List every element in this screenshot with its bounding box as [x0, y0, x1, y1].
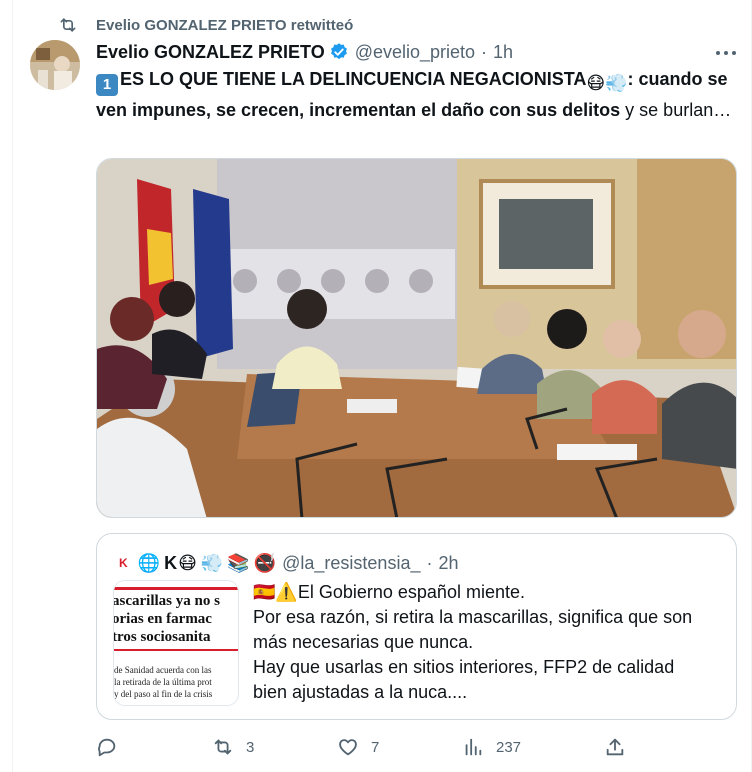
share-button[interactable]: [604, 736, 638, 758]
quoted-header-separator: ·: [426, 552, 433, 573]
retweet-context-label: Evelio GONZALEZ PRIETO retwitteó: [96, 16, 354, 34]
quoted-text-line-2: Por esa razón, si retira la mascarillas,…: [253, 607, 693, 627]
quoted-nosmoking-emoji: 🚭: [253, 552, 277, 573]
quoted-author-name[interactable]: K: [164, 553, 178, 574]
mask-emoji: 😷: [586, 73, 606, 93]
quoted-mask-emoji: 😷: [178, 552, 197, 573]
quoted-text-line-3: más necesarias que nunca.: [253, 632, 474, 652]
quoted-media-thumbnail[interactable]: ascarillas ya no s orias en farmac tros …: [113, 580, 239, 706]
reply-icon: [98, 738, 116, 757]
heart-icon: [339, 739, 357, 756]
thumb-headline-line-3: tros sociosanita: [114, 629, 211, 645]
tweet-media-image[interactable]: [96, 158, 737, 518]
verified-badge-icon: [330, 43, 347, 60]
timeline-left-border: [12, 0, 13, 772]
retweet-context[interactable]: Evelio GONZALEZ PRIETO retwitteó: [58, 14, 353, 36]
keycap-one-emoji: 1: [96, 74, 118, 96]
thumb-body-line-3: y del paso al fin de la crisis: [114, 689, 213, 699]
author-name[interactable]: Evelio GONZALEZ PRIETO: [96, 42, 325, 63]
views-button[interactable]: 237: [462, 736, 521, 758]
quoted-tweet-header: K 🌐 K 😷 💨 📚 🚭 @la_resistensia_ · 2h: [119, 552, 459, 574]
wind-emoji: 💨: [605, 73, 628, 93]
reply-button[interactable]: [96, 736, 130, 758]
retweet-button[interactable]: 3: [212, 736, 254, 758]
quoted-books-emoji: 📚: [227, 552, 250, 573]
retweet-icon: [60, 18, 76, 32]
quoted-timestamp[interactable]: 2h: [438, 553, 458, 574]
retweet-count: 3: [246, 738, 255, 756]
tweet-header: Evelio GONZALEZ PRIETO @evelio_prieto · …: [96, 40, 513, 64]
quoted-text-line-4: Hay que usarlas en sitios interiores, FF…: [253, 657, 675, 677]
like-button[interactable]: 7: [337, 736, 379, 758]
tweet-text-bold-1: ES LO QUE TIENE LA DELINCUENCIA NEGACION…: [120, 69, 587, 89]
quoted-globe-emoji: 🌐: [137, 552, 161, 573]
spain-flag-emoji: 🇪🇸: [253, 582, 276, 602]
tweet-text-normal: y se burlan…: [620, 100, 732, 120]
avatar[interactable]: [30, 40, 80, 90]
quoted-name-prefix: K: [119, 556, 128, 570]
quoted-tweet[interactable]: K 🌐 K 😷 💨 📚 🚭 @la_resistensia_ · 2h asca…: [96, 533, 737, 720]
like-count: 7: [371, 738, 380, 756]
share-icon: [606, 738, 624, 756]
thumb-headline-line-2: orias en farmac: [114, 611, 212, 627]
thumb-body-line-2: la retirada de la última prot: [114, 677, 212, 687]
tweet-action-bar: 3 7 237: [96, 736, 736, 762]
quoted-text-line-5: bien ajustadas a la nuca....: [253, 682, 468, 702]
thumb-body-line-1: de Sanidad acuerda con las: [114, 665, 212, 675]
author-handle[interactable]: @evelio_prieto: [355, 42, 475, 63]
quoted-line-1-text: El Gobierno español miente.: [297, 582, 525, 602]
tweet-text: 1 ES LO QUE TIENE LA DELINCUENCIA NEGACIO…: [96, 66, 736, 124]
retweet-icon: [214, 739, 232, 755]
quoted-tweet-text: 🇪🇸⚠️El Gobierno español miente. Por esa …: [253, 580, 723, 705]
tweet-timestamp[interactable]: 1h: [493, 42, 513, 63]
more-options-icon[interactable]: [712, 42, 740, 64]
quoted-text-line-1: 🇪🇸⚠️El Gobierno español miente.: [253, 580, 723, 605]
header-separator: ·: [481, 41, 488, 62]
thumb-headline-line-1: ascarillas ya no s: [114, 593, 220, 609]
quoted-author-handle[interactable]: @la_resistensia_: [282, 553, 420, 574]
warning-emoji: ⚠️: [275, 582, 298, 602]
views-icon: [465, 738, 482, 756]
views-count: 237: [496, 738, 522, 756]
quoted-wind-emoji: 💨: [200, 552, 224, 573]
